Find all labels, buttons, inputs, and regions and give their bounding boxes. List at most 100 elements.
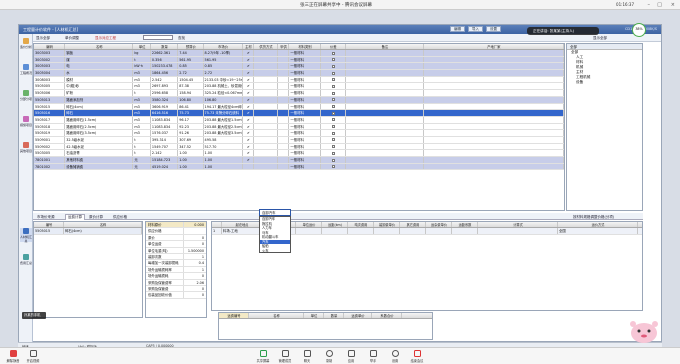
property-value[interactable]: 0.000 [184,222,206,227]
cell-name[interactable]: 路面用碎石(2.5cm) [65,123,134,130]
checkbox[interactable] [331,58,335,62]
cell-ton-fee[interactable] [348,228,374,234]
camera-label[interactable]: 孙某的手机 [22,312,46,319]
cell-name[interactable]: 设备摊销费 [65,163,134,170]
cell-supply[interactable] [254,143,278,150]
cell-supply[interactable] [254,103,278,110]
cell-qty[interactable]: 6416.516 [151,110,179,116]
table-row[interactable]: 5505015 碎石(4cm) [34,228,142,235]
cell-code[interactable]: 3003003 [34,50,66,56]
checkbox[interactable] [331,51,335,55]
cell-supply[interactable] [254,83,278,90]
nav-item-other[interactable]: 其他项目 [20,142,32,156]
cell-name[interactable]: 路面添加剂 [65,96,134,103]
cell-qty[interactable]: 4519.024 [151,163,179,170]
table-row[interactable]: 5509001 32.5级水泥 t 395.314 307.69 495.58 ✔ 一般材料 [34,136,564,144]
cell-diff[interactable] [321,116,346,123]
cell-category[interactable]: 一般材料 [289,56,321,63]
vehicle-select[interactable]: 自卸汽车 [259,209,291,216]
cell-diff[interactable] [321,157,346,163]
cell-owner[interactable] [278,163,290,170]
cell-market-price[interactable]: 325.24 粒径<0.067mm [204,90,243,96]
col-qty[interactable]: 数量 [151,44,179,49]
cell-note[interactable] [346,157,424,163]
cell-qty[interactable]: 3580.324 [151,96,179,103]
cell-code[interactable]: 5505019 [34,130,66,136]
cell-vendor[interactable] [424,50,564,56]
cell-market-price[interactable]: 495.58 [204,136,243,143]
col-name[interactable]: 名称 [65,44,134,49]
property-value[interactable]: 0 [184,286,206,291]
checkbox[interactable] [331,131,335,135]
cell-category[interactable]: 一般材料 [289,83,321,90]
checkbox[interactable] [331,98,335,102]
cell-category[interactable]: 一般材料 [289,76,321,83]
cell-supply[interactable] [254,163,278,170]
cell-category[interactable]: 一般材料 [289,96,321,103]
cell-category[interactable]: 一般材料 [289,150,321,156]
cell-owner[interactable] [278,50,290,56]
table-row[interactable]: 3008003模材m32.5421504.452133.03 中砂=19~25m… [34,76,564,84]
cell-diff[interactable] [321,123,346,130]
right-show-all[interactable]: 显示全部 [593,36,607,41]
cell-name[interactable]: 碎石 [65,110,134,116]
tab-supply-price[interactable]: 供应价格 [113,215,127,220]
maximize-icon[interactable]: □ [657,2,662,8]
cell-diff[interactable] [321,83,346,90]
cell-main[interactable]: ✔ [243,50,255,56]
cell-vendor[interactable] [424,96,564,103]
cell-qty[interactable]: 1576.037 [151,130,179,136]
col-market-price[interactable]: 市场价 [204,44,243,49]
cell-owner[interactable] [278,70,290,76]
cell-name[interactable]: 煤 [65,56,134,63]
checkbox[interactable] [331,145,335,149]
property-value[interactable]: 0.4 [184,260,206,265]
checkbox[interactable] [331,91,335,95]
col-diff[interactable]: 价差 [321,44,346,49]
cell-supply[interactable] [254,90,278,96]
cell-code[interactable]: 5509001 [34,136,66,143]
cell-unit[interactable]: m3 [133,76,151,83]
cell-vendor[interactable] [424,130,564,136]
nav-item-analysis[interactable]: 造价分析 [20,38,32,52]
nav-item-materials[interactable]: 人材机汇总 [20,228,32,243]
cell-diff[interactable] [321,76,346,83]
checkbox[interactable] [331,165,335,169]
nav-item-measures[interactable]: 措施项目 [20,116,32,130]
cell-name[interactable]: 水 [65,70,134,76]
cell-budget-price[interactable]: 75.73 [178,110,204,116]
cell-qty[interactable]: 2697.893 [151,83,179,90]
cell-market-price[interactable]: 0.85 [204,63,243,70]
cell-qty[interactable]: 0.356 [151,56,179,63]
cell-category[interactable]: 一般材料 [289,157,321,163]
cell-name[interactable]: 路面用碎石(1.5cm) [65,116,134,123]
cell-supply[interactable] [254,96,278,103]
tree-node[interactable]: 设备 [567,80,642,85]
cell-code[interactable]: 5505013 [34,96,66,103]
cell-note[interactable] [346,143,424,150]
cell-supply[interactable] [254,116,278,123]
cell-note[interactable] [346,103,424,110]
cell-name[interactable]: 32.5级水泥 [65,136,134,143]
cell-market-price[interactable]: 2.72 [204,70,243,76]
cell-supply[interactable] [254,136,278,143]
cell-unit[interactable]: t [133,90,151,96]
cell-budget-price[interactable]: 307.69 [178,136,204,143]
cell-supply[interactable] [254,63,278,70]
cell-note[interactable] [346,110,424,116]
cell-unit-price[interactable] [296,228,322,234]
col-vendor[interactable]: 产地厂家 [424,44,564,49]
cell-unit[interactable]: t [133,56,151,63]
show-all-button[interactable]: 显示全部 [36,36,50,41]
end-meeting-button[interactable]: 结束会议 [408,350,426,363]
cell-budget-price[interactable]: 106.80 [178,96,204,103]
cell-owner[interactable] [278,150,290,156]
cell-name[interactable]: 中(粗)砂 [65,83,134,90]
adjust-price-button[interactable]: 单价调整 [65,36,79,41]
cell-diff[interactable] [321,130,346,136]
table-row[interactable]: 3003002 煤 t 0.356 561.95 561.95 ✔ 一般材料 [34,56,564,64]
cell-diff[interactable] [321,103,346,110]
table-row[interactable]: 7801002 设备摊销费元 4519.024 1.00 1.00 一般材料 [34,163,564,171]
cell-code[interactable]: 7801002 [34,163,66,170]
cell-owner[interactable] [278,96,290,103]
